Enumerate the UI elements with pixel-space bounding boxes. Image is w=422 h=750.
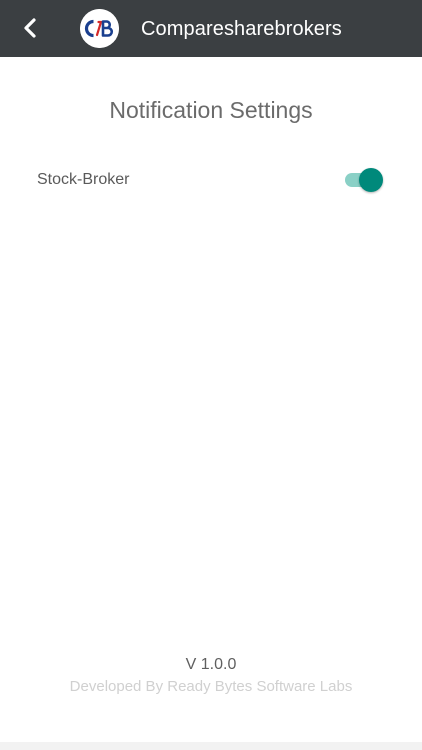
setting-row-stock-broker: Stock-Broker [0, 160, 422, 200]
chevron-left-icon [24, 18, 36, 38]
stock-broker-toggle[interactable] [343, 168, 383, 192]
app-bar: Comparesharebrokers [0, 0, 422, 57]
app-version: V 1.0.0 [185, 656, 237, 673]
csb-logo-icon [80, 9, 119, 48]
app-title: Comparesharebrokers [141, 18, 342, 40]
bottom-divider [0, 742, 422, 750]
toggle-thumb[interactable] [359, 168, 383, 192]
app-logo [80, 9, 119, 48]
page-title: Notification Settings [109, 97, 313, 123]
notification-settings-screen: Comparesharebrokers Notification Setting… [0, 0, 422, 750]
setting-label: Stock-Broker [37, 171, 130, 188]
developer-credit: Developed By Ready Bytes Software Labs [69, 678, 353, 695]
back-button[interactable] [14, 12, 46, 44]
